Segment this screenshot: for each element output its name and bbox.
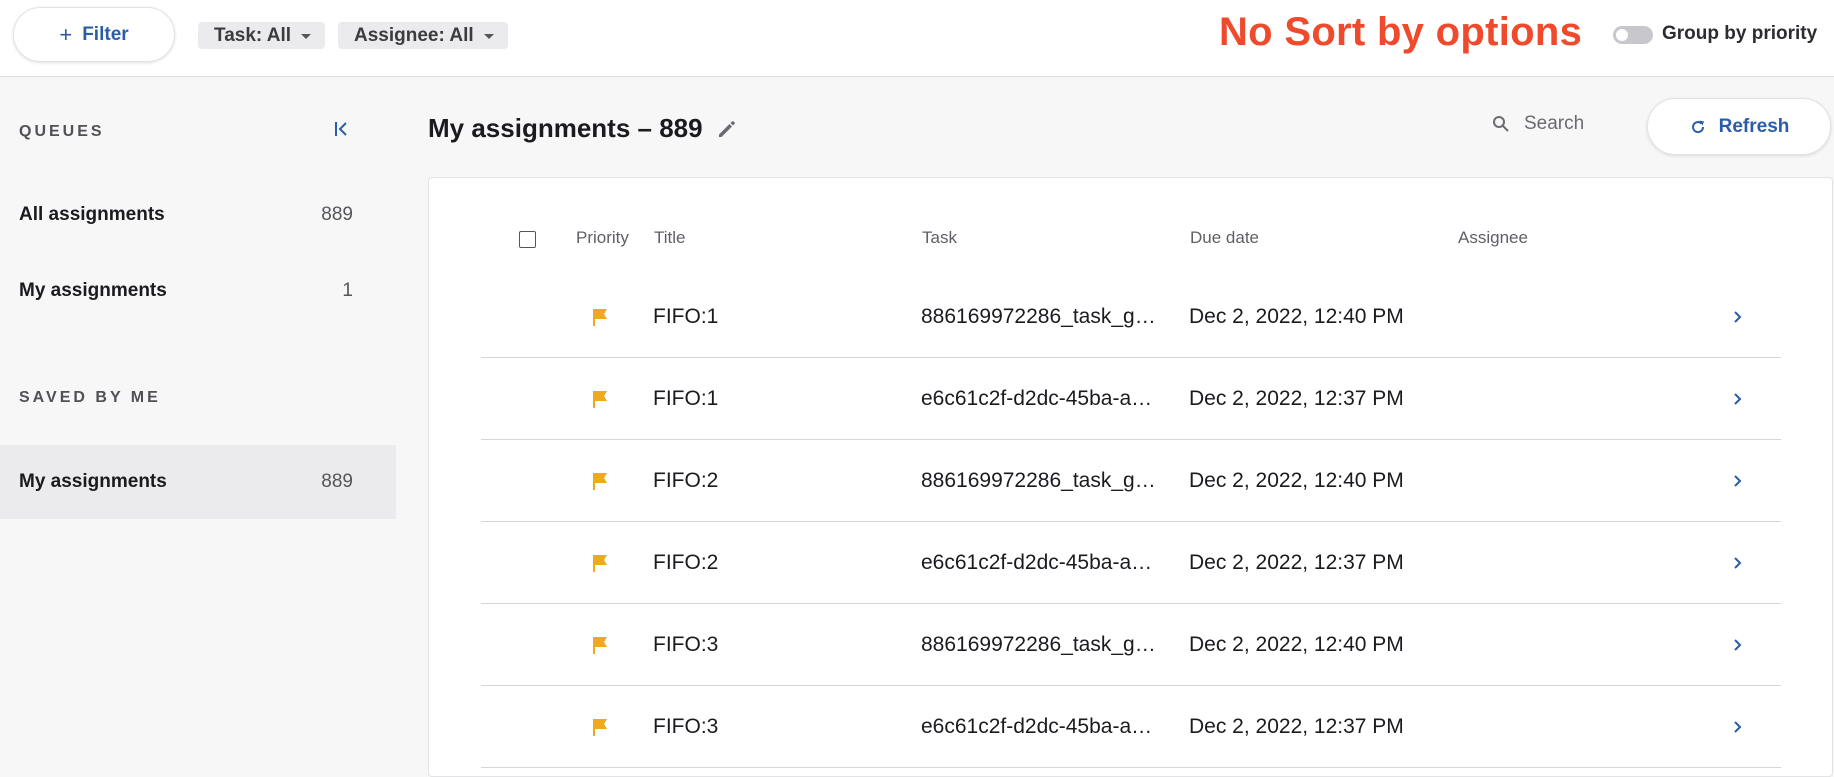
sidebar-item-count: 889 xyxy=(321,204,353,225)
title-cell: FIFO:3 xyxy=(653,715,719,738)
row-open-button[interactable] xyxy=(1733,358,1749,440)
column-header-assignee[interactable]: Assignee xyxy=(1458,228,1528,248)
task-cell: 886169972286_task_g… xyxy=(921,469,1156,492)
table-row[interactable]: FIFO:3 886169972286_task_g… Dec 2, 2022, 1… xyxy=(481,604,1781,686)
group-by-priority-toggle[interactable] xyxy=(1613,26,1653,44)
collapse-left-icon[interactable] xyxy=(331,118,353,140)
row-open-button[interactable] xyxy=(1733,686,1749,768)
refresh-button-label: Refresh xyxy=(1718,115,1790,137)
select-all-checkbox[interactable] xyxy=(519,231,536,248)
title-cell: FIFO:1 xyxy=(653,387,719,410)
annotation-text: No Sort by options xyxy=(1219,10,1583,54)
row-open-button[interactable] xyxy=(1733,276,1749,358)
task-filter-label: Task: All xyxy=(214,24,292,46)
task-cell: 886169972286_task_g… xyxy=(921,305,1156,328)
refresh-icon xyxy=(1691,120,1704,133)
assignee-filter-label: Assignee: All xyxy=(354,24,474,46)
title-cell: FIFO:2 xyxy=(653,469,719,492)
chevron-right-icon xyxy=(1734,475,1742,487)
search-icon xyxy=(1493,116,1509,132)
sidebar-item-label: All assignments xyxy=(19,204,165,225)
priority-cell xyxy=(591,358,611,440)
page-title-wrap: My assignments – 889 xyxy=(428,113,739,144)
chevron-right-icon xyxy=(1734,721,1742,733)
column-header-title[interactable]: Title xyxy=(654,228,686,248)
group-by-priority-label: Group by priority xyxy=(1662,23,1818,44)
task-filter-chip[interactable]: Task: All xyxy=(198,22,326,49)
column-header-task[interactable]: Task xyxy=(922,228,957,248)
flag-icon xyxy=(593,473,607,490)
plus-icon: + xyxy=(59,21,73,47)
assignments-table: Priority Title Task Due date Assignee FI… xyxy=(428,177,1833,777)
sidebar-item-saved-my-assignments[interactable]: My assignments 889 xyxy=(0,445,396,519)
row-open-button[interactable] xyxy=(1733,604,1749,686)
due-date-cell: Dec 2, 2022, 12:37 PM xyxy=(1189,715,1404,738)
flag-icon xyxy=(593,719,607,736)
priority-cell xyxy=(591,522,611,604)
row-open-button[interactable] xyxy=(1733,522,1749,604)
flag-icon xyxy=(593,637,607,654)
table-row[interactable]: FIFO:2 e6c61c2f-d2dc-45ba-a… Dec 2, 2022, … xyxy=(481,522,1781,604)
priority-cell xyxy=(591,686,611,768)
due-date-cell: Dec 2, 2022, 12:40 PM xyxy=(1189,305,1404,328)
row-open-button[interactable] xyxy=(1733,440,1749,522)
caret-down-icon xyxy=(483,34,494,39)
sidebar-item-label: My assignments xyxy=(19,471,167,492)
top-bar: + Filter Task: All Assignee: All No Sort… xyxy=(0,0,1834,77)
filter-button[interactable]: + Filter xyxy=(13,7,175,62)
sidebar-item-count: 1 xyxy=(342,280,353,301)
page-title: My assignments – 889 xyxy=(428,113,703,143)
sidebar-item-label: My assignments xyxy=(19,280,167,301)
priority-cell xyxy=(591,276,611,358)
toggle-knob xyxy=(1616,29,1628,41)
table-row[interactable]: FIFO:2 886169972286_task_g… Dec 2, 2022, 1… xyxy=(481,440,1781,522)
chevron-right-icon xyxy=(1734,393,1742,405)
table-row[interactable]: FIFO:1 886169972286_task_g… Dec 2, 2022, 1… xyxy=(481,276,1781,358)
saved-section-title: SAVED BY ME xyxy=(19,389,161,406)
sidebar-item-count: 889 xyxy=(321,471,353,492)
flag-icon xyxy=(593,309,607,326)
chevron-right-icon xyxy=(1734,311,1742,323)
sidebar-item-all-assignments[interactable]: All assignments 889 xyxy=(0,178,396,252)
search-placeholder: Search xyxy=(1524,113,1585,134)
title-cell: FIFO:2 xyxy=(653,551,719,574)
due-date-cell: Dec 2, 2022, 12:37 PM xyxy=(1189,387,1404,410)
caret-down-icon xyxy=(301,34,312,39)
column-header-priority[interactable]: Priority xyxy=(576,228,629,248)
priority-cell xyxy=(591,604,611,686)
task-cell: e6c61c2f-d2dc-45ba-a… xyxy=(921,551,1153,574)
task-cell: e6c61c2f-d2dc-45ba-a… xyxy=(921,715,1153,738)
flag-icon xyxy=(593,555,607,572)
task-cell: 886169972286_task_g… xyxy=(921,633,1156,656)
filter-button-label: Filter xyxy=(82,23,129,45)
search-input[interactable]: Search xyxy=(1492,113,1584,135)
flag-icon xyxy=(593,391,607,408)
priority-cell xyxy=(591,440,611,522)
table-row[interactable]: FIFO:3 e6c61c2f-d2dc-45ba-a… Dec 2, 2022, … xyxy=(481,686,1781,768)
title-cell: FIFO:1 xyxy=(653,305,719,328)
column-header-due-date[interactable]: Due date xyxy=(1190,228,1259,248)
table-row[interactable]: FIFO:1 e6c61c2f-d2dc-45ba-a… Dec 2, 2022, … xyxy=(481,358,1781,440)
due-date-cell: Dec 2, 2022, 12:40 PM xyxy=(1189,469,1404,492)
title-cell: FIFO:3 xyxy=(653,633,719,656)
refresh-button[interactable]: Refresh xyxy=(1647,98,1831,155)
pencil-icon[interactable] xyxy=(715,117,739,141)
chevron-right-icon xyxy=(1734,557,1742,569)
assignee-filter-chip[interactable]: Assignee: All xyxy=(338,22,508,49)
chevron-right-icon xyxy=(1734,639,1742,651)
sidebar-item-my-assignments[interactable]: My assignments 1 xyxy=(0,254,396,328)
due-date-cell: Dec 2, 2022, 12:40 PM xyxy=(1189,633,1404,656)
sidebar: QUEUES All assignments 889 My assignment… xyxy=(0,77,396,752)
due-date-cell: Dec 2, 2022, 12:37 PM xyxy=(1189,551,1404,574)
queues-section-title: QUEUES xyxy=(19,123,105,140)
task-cell: e6c61c2f-d2dc-45ba-a… xyxy=(921,387,1153,410)
